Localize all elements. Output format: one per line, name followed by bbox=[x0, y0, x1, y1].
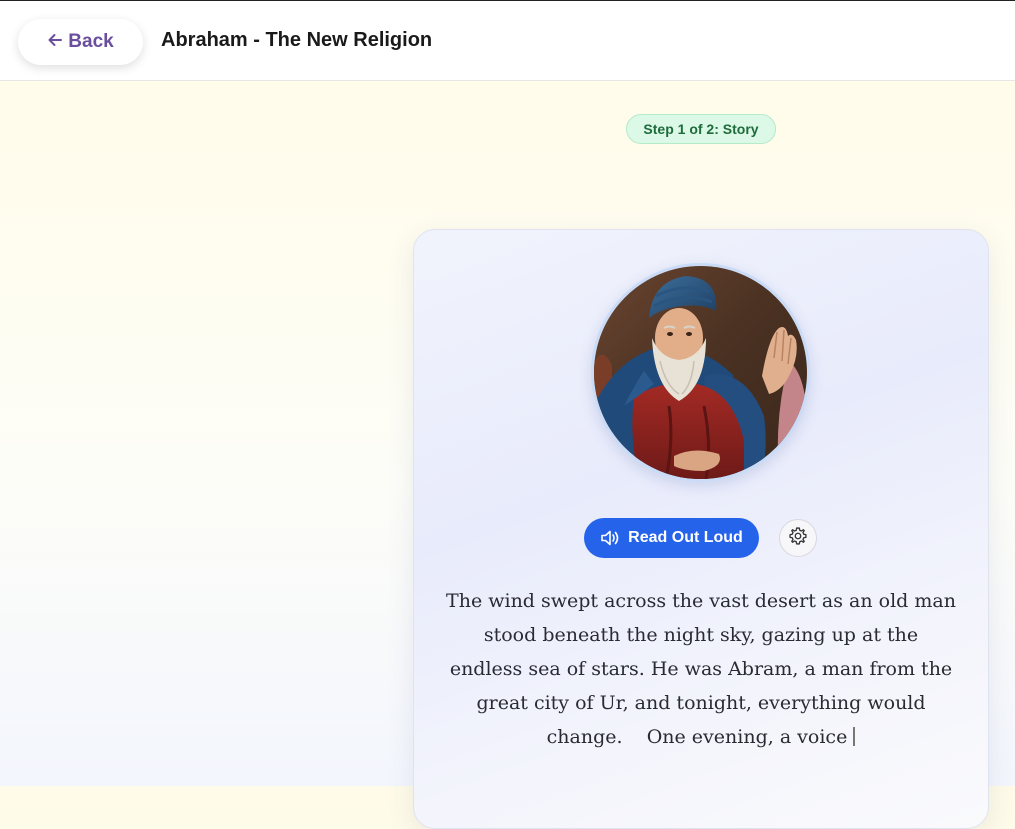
arrow-left-icon bbox=[47, 32, 63, 53]
read-out-loud-label: Read Out Loud bbox=[628, 529, 743, 546]
back-button[interactable]: Back bbox=[18, 19, 143, 65]
settings-button[interactable] bbox=[779, 519, 817, 557]
typing-caret bbox=[853, 727, 856, 746]
story-text: The wind swept across the vast desert as… bbox=[446, 590, 962, 748]
page-title: Abraham - The New Religion bbox=[161, 29, 433, 51]
top-bar: Back Abraham - The New Religion bbox=[0, 0, 1015, 81]
read-out-loud-button[interactable]: Read Out Loud bbox=[584, 518, 759, 558]
speaker-icon bbox=[600, 529, 620, 547]
gear-icon bbox=[788, 526, 808, 551]
back-button-label: Back bbox=[68, 31, 114, 52]
abraham-portrait bbox=[591, 263, 810, 482]
story-text-container: The wind swept across the vast desert as… bbox=[445, 584, 957, 754]
step-badge: Step 1 of 2: Story bbox=[626, 114, 776, 144]
